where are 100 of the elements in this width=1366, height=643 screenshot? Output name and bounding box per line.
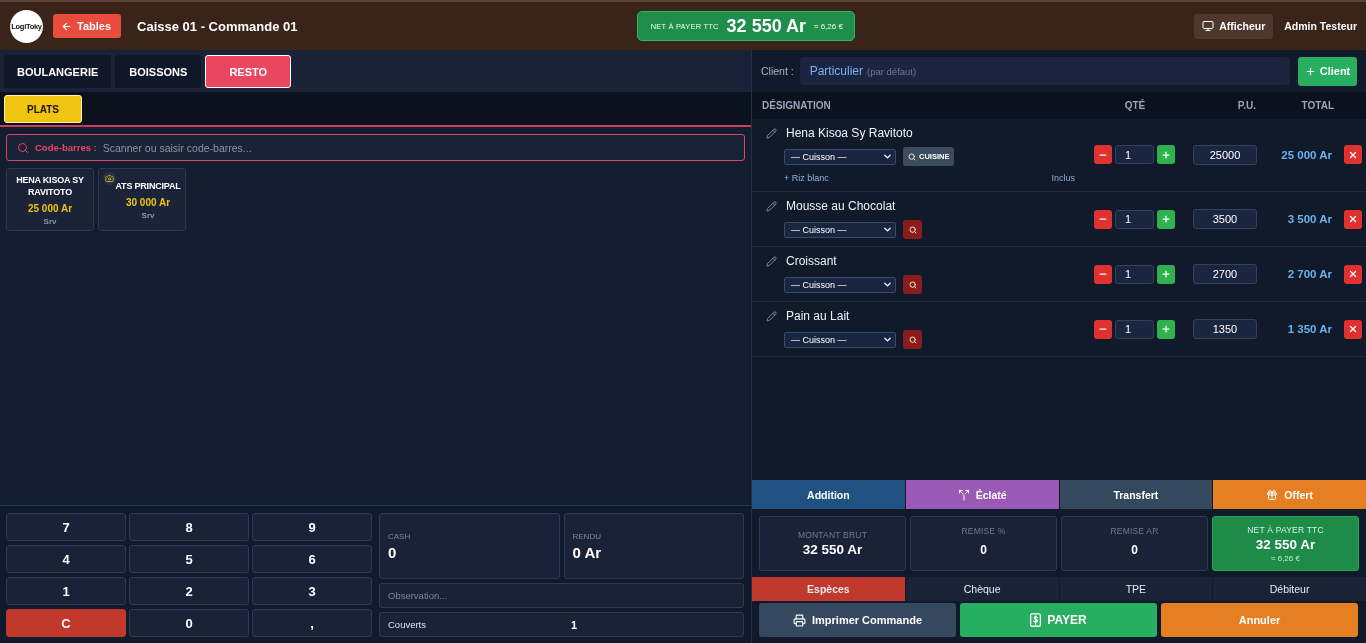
keypad-key[interactable]: 4 bbox=[6, 545, 126, 573]
product-unit: Srv bbox=[43, 216, 57, 226]
close-icon bbox=[1348, 324, 1358, 334]
product-card[interactable]: ATS PRINCIPAL 30 000 Ar Srv bbox=[98, 168, 186, 231]
product-price: 25 000 Ar bbox=[27, 202, 73, 214]
keypad-key[interactable]: 7 bbox=[6, 513, 126, 541]
cooking-select[interactable]: — Cuisson — bbox=[784, 221, 896, 238]
unit-price-field[interactable]: 25000 bbox=[1193, 144, 1257, 165]
decrease-button[interactable] bbox=[1094, 264, 1112, 284]
order-title: Caisse 01 - Commande 01 bbox=[137, 18, 298, 34]
delete-button[interactable] bbox=[1344, 264, 1362, 284]
change-label: RENDU bbox=[572, 531, 602, 541]
quantity-field[interactable]: 1 bbox=[1115, 145, 1154, 164]
action-button[interactable]: Transfert bbox=[1059, 480, 1213, 509]
keypad-key[interactable]: 8 bbox=[129, 513, 249, 541]
decrease-button[interactable] bbox=[1094, 145, 1112, 164]
covers-input[interactable]: 1 bbox=[571, 616, 735, 633]
extra-price: Inclus bbox=[1051, 173, 1075, 183]
display-button[interactable]: Afficheur bbox=[1194, 13, 1274, 39]
action-button[interactable]: Éclaté bbox=[905, 480, 1059, 509]
magnifier-icon bbox=[908, 280, 917, 289]
column-header: TOTAL bbox=[1300, 100, 1335, 111]
barcode-field[interactable]: Code-barres : Scanner ou saisir code-barres... bbox=[6, 134, 745, 161]
subcategory-tab[interactable]: PLATS bbox=[4, 95, 82, 123]
payment-tab[interactable]: Espèces bbox=[752, 577, 905, 601]
increase-button[interactable] bbox=[1157, 209, 1175, 229]
keypad-key[interactable]: 1 bbox=[6, 577, 126, 605]
summary-value: 32 550 Ar bbox=[802, 542, 863, 557]
quantity-field[interactable]: 1 bbox=[1115, 264, 1154, 284]
kitchen-toggle[interactable] bbox=[903, 220, 922, 239]
print-button[interactable]: Imprimer Commande bbox=[759, 603, 956, 637]
pencil-icon[interactable] bbox=[766, 127, 777, 139]
arrow-left-icon bbox=[61, 20, 72, 32]
quantity-field[interactable]: 1 bbox=[1115, 209, 1154, 229]
increase-button[interactable] bbox=[1157, 264, 1175, 284]
plus-icon bbox=[1304, 65, 1316, 77]
magnifier-icon bbox=[908, 335, 917, 344]
item-name: Croissant bbox=[786, 254, 837, 268]
client-field[interactable]: Particulier (par défaut) bbox=[799, 57, 1290, 85]
line-total: 1 350 Ar bbox=[1287, 323, 1332, 335]
summary-label: REMISE % bbox=[961, 526, 1006, 536]
clear-key[interactable]: C bbox=[6, 609, 126, 637]
line-total: 2 700 Ar bbox=[1287, 268, 1332, 280]
pencil-icon[interactable] bbox=[766, 200, 777, 212]
decrease-button[interactable] bbox=[1094, 209, 1112, 229]
decrease-button[interactable] bbox=[1094, 319, 1112, 339]
payment-tab[interactable]: TPE bbox=[1059, 577, 1213, 601]
cooking-select[interactable]: — Cuisson — bbox=[784, 148, 896, 165]
action-button[interactable]: Addition bbox=[752, 480, 905, 509]
total-converted: ≈ 6,26 € bbox=[814, 21, 843, 31]
pencil-icon[interactable] bbox=[766, 255, 777, 267]
magnifier-icon bbox=[908, 225, 917, 234]
keypad-key[interactable]: 3 bbox=[252, 577, 372, 605]
cooking-select[interactable]: — Cuisson — bbox=[784, 331, 896, 348]
payment-tab[interactable]: Débiteur bbox=[1213, 577, 1366, 601]
item-name: Pain au Lait bbox=[786, 309, 850, 323]
covers-field[interactable]: Couverts 1 bbox=[379, 612, 744, 637]
product-card[interactable]: HENA KISOA SY RAVITOTO 25 000 Ar Srv bbox=[6, 168, 94, 231]
chevron-down-icon bbox=[882, 279, 893, 290]
kitchen-toggle[interactable] bbox=[903, 275, 922, 294]
keypad-key[interactable]: 5 bbox=[129, 545, 249, 573]
keypad-key[interactable]: 6 bbox=[252, 545, 372, 573]
keypad-key[interactable]: , bbox=[252, 609, 372, 637]
keypad-key[interactable]: 0 bbox=[129, 609, 249, 637]
plus-icon bbox=[1161, 324, 1171, 334]
payment-tab[interactable]: Chèque bbox=[905, 577, 1059, 601]
category-tab[interactable]: BOISSONS bbox=[115, 55, 202, 88]
barcode-label: Code-barres : bbox=[35, 142, 97, 153]
summary-value: 0 bbox=[980, 543, 987, 557]
close-icon bbox=[1348, 149, 1358, 160]
close-icon bbox=[1348, 214, 1358, 224]
search-icon bbox=[17, 141, 29, 154]
product-price: 30 000 Ar bbox=[125, 196, 171, 208]
column-header: DÉSIGNATION bbox=[762, 100, 832, 111]
increase-button[interactable] bbox=[1157, 319, 1175, 339]
pencil-icon[interactable] bbox=[766, 310, 777, 322]
close-icon bbox=[1348, 269, 1358, 279]
keypad-key[interactable]: 2 bbox=[129, 577, 249, 605]
monitor-icon bbox=[1202, 20, 1215, 32]
magnifier-icon bbox=[908, 152, 916, 161]
item-name: Hena Kisoa Sy Ravitoto bbox=[786, 126, 913, 140]
delete-button[interactable] bbox=[1344, 319, 1362, 339]
delete-button[interactable] bbox=[1344, 209, 1362, 229]
delete-button[interactable] bbox=[1344, 145, 1362, 164]
observation-field[interactable]: Observation... bbox=[379, 583, 744, 608]
barcode-input[interactable]: Scanner ou saisir code-barres... bbox=[102, 138, 734, 157]
cooking-select[interactable]: — Cuisson — bbox=[784, 276, 896, 293]
unit-price-field[interactable]: 2700 bbox=[1193, 264, 1257, 284]
back-button[interactable]: Tables bbox=[53, 14, 122, 38]
category-tab[interactable]: RESTO bbox=[205, 55, 292, 88]
keypad-key[interactable]: 9 bbox=[252, 513, 372, 541]
kitchen-toggle[interactable] bbox=[903, 330, 922, 349]
quantity-field[interactable]: 1 bbox=[1115, 319, 1154, 339]
covers-label: Couverts bbox=[388, 619, 427, 630]
line-total: 25 000 Ar bbox=[1281, 148, 1332, 161]
client-label: Client : bbox=[761, 65, 794, 77]
extra-name: + Riz blanc bbox=[784, 173, 829, 183]
category-tab[interactable]: BOULANGERIE bbox=[4, 55, 112, 88]
unit-price-field[interactable]: 3500 bbox=[1193, 209, 1257, 229]
unit-price-field[interactable]: 1350 bbox=[1193, 319, 1257, 339]
